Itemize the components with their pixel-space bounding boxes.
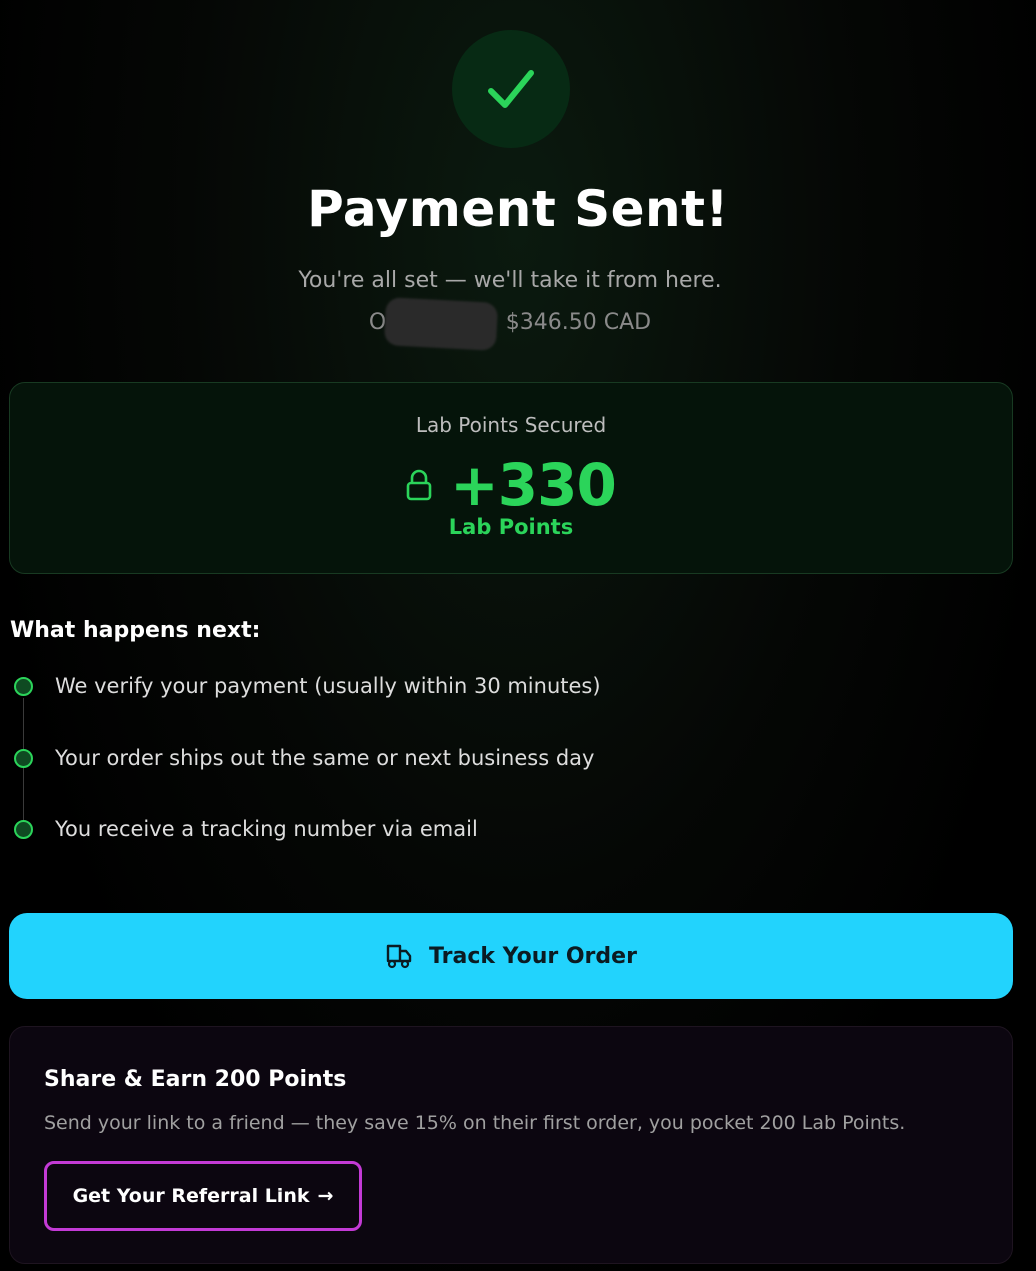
order-amount: $346.50 CAD — [505, 310, 652, 335]
points-row: +330 — [10, 451, 1012, 519]
track-order-label: Track Your Order — [429, 943, 637, 969]
step-dot-icon — [14, 748, 33, 768]
referral-button-label: Get Your Referral Link — [72, 1185, 310, 1207]
points-unit: Lab Points — [448, 515, 574, 539]
confirmation-subtitle: You're all set — we'll take it from here… — [298, 268, 722, 293]
order-summary-line: Order #5 • $346.50 CAD — [0, 310, 1020, 335]
check-icon — [488, 70, 534, 108]
next-step-item: Your order ships out the same or next bu… — [14, 746, 594, 770]
referral-description: Send your link to a friend — they save 1… — [44, 1112, 906, 1134]
get-referral-link-button[interactable]: Get Your Referral Link → — [44, 1161, 362, 1231]
payment-confirmation-page: Payment Sent! You're all set — we'll tak… — [0, 0, 1036, 1271]
lock-icon — [406, 469, 432, 501]
redaction-mark — [383, 297, 499, 351]
lab-points-card: Lab Points Secured +330 Lab Points — [9, 382, 1013, 574]
arrow-right-icon: → — [317, 1185, 334, 1207]
next-step-item: We verify your payment (usually within 3… — [14, 674, 601, 698]
step-dot-icon — [14, 676, 33, 696]
step-text: You receive a tracking number via email — [55, 817, 478, 841]
next-steps-heading: What happens next: — [10, 618, 261, 643]
points-value: +330 — [450, 451, 617, 519]
points-label: Lab Points Secured — [415, 413, 607, 437]
track-order-button[interactable]: Track Your Order — [9, 913, 1013, 999]
step-text: We verify your payment (usually within 3… — [55, 674, 601, 698]
referral-card: Share & Earn 200 Points Send your link t… — [9, 1026, 1013, 1264]
delivery-truck-icon — [386, 944, 412, 969]
step-dot-icon — [14, 819, 33, 839]
page-title: Payment Sent! — [307, 180, 729, 238]
step-text: Your order ships out the same or next bu… — [55, 746, 595, 770]
referral-title: Share & Earn 200 Points — [44, 1067, 347, 1092]
next-step-item: You receive a tracking number via email — [14, 817, 478, 841]
success-badge — [452, 30, 570, 148]
